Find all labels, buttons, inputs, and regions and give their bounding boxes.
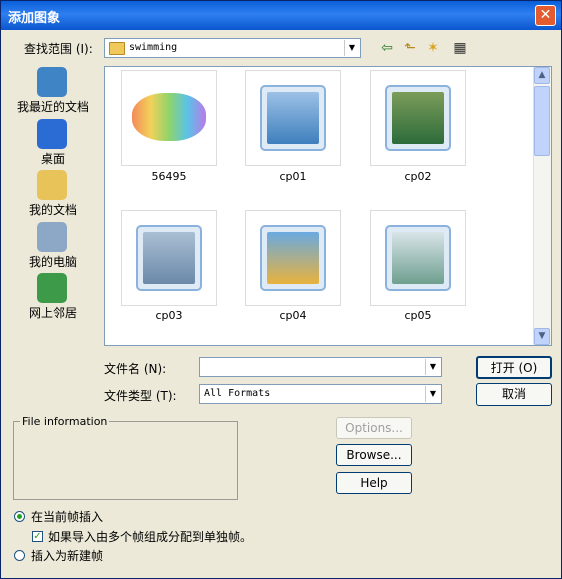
look-in-combo[interactable]: swimming ▼ [104, 38, 361, 58]
file-preview-image [392, 232, 444, 284]
thumbnail-frame [136, 225, 202, 291]
file-information-legend: File information [20, 415, 110, 428]
thumbnail-frame [385, 225, 451, 291]
desktop-icon [37, 119, 67, 149]
scroll-up-icon[interactable]: ▲ [534, 67, 550, 84]
close-button[interactable]: ✕ [535, 5, 556, 26]
browse-button[interactable]: Browse... [336, 444, 412, 466]
scroll-down-icon[interactable]: ▼ [534, 328, 550, 345]
file-name: cp05 [404, 309, 432, 322]
look-in-value: swimming [129, 42, 178, 53]
file-name: cp01 [279, 170, 307, 183]
thumbnail-frame [260, 85, 326, 151]
file-thumbnail[interactable] [245, 210, 341, 306]
options-button[interactable]: Options... [336, 417, 412, 439]
insert-current-frame-label: 在当前帧插入 [31, 510, 104, 524]
chevron-down-icon[interactable]: ▼ [425, 386, 440, 402]
recent-documents-icon [37, 67, 67, 97]
file-preview-image [132, 93, 206, 141]
file-thumbnail[interactable] [121, 210, 217, 306]
thumbnail-frame [260, 225, 326, 291]
add-image-dialog: 添加图象 ✕ 查找范围 (I): swimming ▼ ⇦ ⬑ ✶ ▦ 我最近的… [0, 0, 562, 579]
thumbnail-frame [385, 85, 451, 151]
new-folder-icon[interactable]: ✶ [423, 38, 443, 58]
filename-input[interactable]: ▼ [199, 357, 442, 377]
network-places-icon [37, 273, 67, 303]
filetype-select[interactable]: All Formats ▼ [199, 384, 442, 404]
file-information-group: File information [13, 415, 238, 500]
file-thumbnail[interactable] [370, 70, 466, 166]
filename-label: 文件名 (N): [104, 362, 167, 376]
back-icon[interactable]: ⇦ [377, 38, 397, 58]
my-computer-icon [37, 222, 67, 252]
distribute-frames-label: 如果导入由多个帧组成分配到单独帧。 [48, 530, 253, 544]
file-thumbnail[interactable] [121, 70, 217, 166]
file-thumbnail[interactable] [245, 70, 341, 166]
title-bar: 添加图象 ✕ [1, 1, 561, 30]
filetype-label: 文件类型 (T): [104, 389, 177, 403]
file-thumbnail[interactable] [370, 210, 466, 306]
file-name: cp03 [155, 309, 183, 322]
insert-new-frame-radio[interactable] [14, 550, 25, 561]
window-title: 添加图象 [8, 11, 61, 26]
open-button[interactable]: 打开 (O) [476, 356, 552, 379]
views-menu-icon[interactable]: ▦ [447, 38, 473, 58]
file-preview-image [267, 232, 319, 284]
insert-new-frame-label: 插入为新建帧 [31, 549, 104, 563]
file-name: cp04 [279, 309, 307, 322]
insert-current-frame-radio[interactable] [14, 511, 25, 522]
distribute-frames-checkbox[interactable]: ✓ [32, 531, 43, 542]
file-preview-image [267, 92, 319, 144]
file-browser[interactable]: 56495 cp01 cp02 cp03 cp04 cp05 ▲ ▼ [104, 66, 552, 346]
up-folder-icon[interactable]: ⬑ [400, 38, 420, 58]
place-label: 桌面 [40, 152, 65, 166]
file-preview-image [143, 232, 195, 284]
vertical-scrollbar[interactable]: ▲ ▼ [533, 67, 551, 345]
filetype-value: All Formats [204, 388, 271, 399]
place-label: 我的文档 [28, 203, 77, 217]
my-documents-folder-icon [37, 170, 67, 200]
file-preview-image [392, 92, 444, 144]
chevron-down-icon[interactable]: ▼ [344, 40, 359, 56]
look-in-label: 查找范围 (I): [24, 42, 93, 56]
file-name: 56495 [151, 170, 187, 183]
place-label: 我的电脑 [28, 255, 77, 269]
place-label: 我最近的文档 [16, 100, 89, 114]
help-button[interactable]: Help [336, 472, 412, 494]
cancel-button[interactable]: 取消 [476, 383, 552, 406]
folder-icon [109, 42, 125, 55]
scroll-thumb[interactable] [534, 86, 550, 156]
chevron-down-icon[interactable]: ▼ [425, 359, 440, 375]
place-label: 网上邻居 [28, 306, 77, 320]
file-name: cp02 [404, 170, 432, 183]
